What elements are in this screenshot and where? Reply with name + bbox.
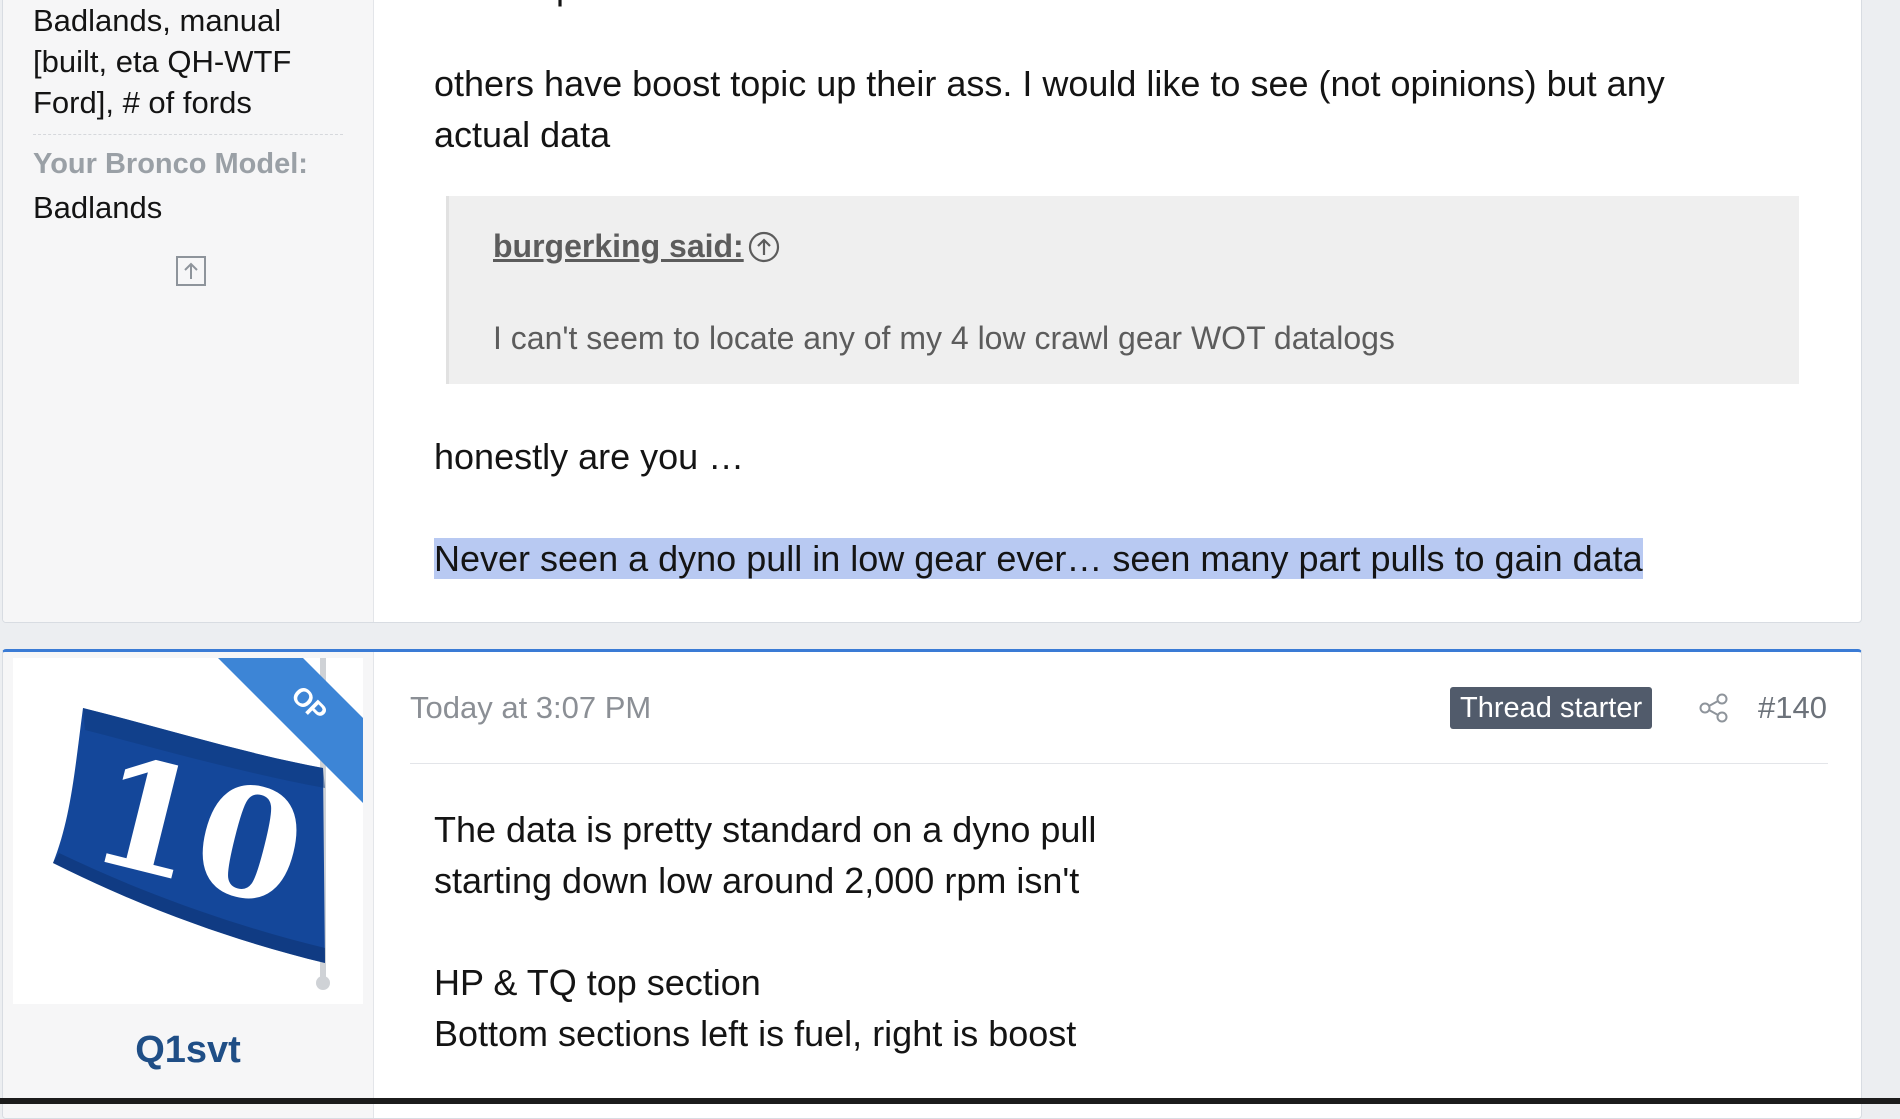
post-user-sidebar: 10 OP Q1svt bbox=[3, 652, 374, 1118]
avatar-flag-image: 10 OP bbox=[13, 658, 363, 1004]
post-text-clipped: Full Stop bbox=[434, 0, 576, 12]
username-link[interactable]: Q1svt bbox=[3, 1029, 373, 1072]
post-number-link[interactable]: #140 bbox=[1758, 690, 1827, 726]
thread-starter-badge: Thread starter bbox=[1450, 687, 1653, 729]
post-paragraph: The data is pretty standard on a dyno pu… bbox=[434, 804, 1096, 906]
post-user-sidebar: Badlands, manual [built, eta QH-WTF Ford… bbox=[3, 0, 374, 622]
post-text-line: starting down low around 2,000 rpm isn't bbox=[434, 860, 1080, 901]
share-icon[interactable] bbox=[1698, 692, 1730, 724]
post-text-line: others have boost topic up their ass. I … bbox=[434, 63, 1665, 104]
selected-text: Never seen a dyno pull in low gear ever…… bbox=[434, 538, 1643, 579]
post-content: Today at 3:07 PM Thread starter #140 The… bbox=[374, 652, 1861, 1118]
user-info-line: Ford], # of fords bbox=[33, 85, 252, 120]
post-paragraph: HP & TQ top section Bottom sections left… bbox=[434, 957, 1076, 1059]
post-text-line: actual data bbox=[434, 114, 611, 155]
quote-block: burgerking said: I can't seem to locate … bbox=[446, 196, 1799, 384]
post-text-line: HP & TQ top section bbox=[434, 962, 761, 1003]
post-message-139: Badlands, manual [built, eta QH-WTF Ford… bbox=[2, 0, 1862, 623]
post-message-140: 10 OP Q1svt Today at 3:07 PM Thread star… bbox=[2, 649, 1862, 1119]
user-info-line: Badlands, manual bbox=[33, 3, 282, 38]
header-divider bbox=[410, 763, 1828, 764]
arrow-up-box-icon[interactable] bbox=[176, 256, 206, 286]
post-paragraph: others have boost topic up their ass. I … bbox=[434, 58, 1665, 160]
post-text-line: Bottom sections left is fuel, right is b… bbox=[434, 1013, 1077, 1054]
user-extra-info: Badlands, manual [built, eta QH-WTF Ford… bbox=[33, 0, 343, 123]
bronco-model-value: Badlands bbox=[33, 190, 163, 225]
sidebar-divider bbox=[33, 134, 343, 135]
post-paragraph-selected: Never seen a dyno pull in low gear ever…… bbox=[434, 533, 1643, 584]
post-timestamp[interactable]: Today at 3:07 PM bbox=[410, 690, 651, 726]
quote-text: I can't seem to locate any of my 4 low c… bbox=[493, 320, 1395, 356]
post-text-line: The data is pretty standard on a dyno pu… bbox=[434, 809, 1097, 850]
circle-arrow-up-icon[interactable] bbox=[747, 230, 781, 264]
quote-author-link[interactable]: burgerking said: bbox=[493, 228, 744, 265]
bottom-bar-clipped bbox=[0, 1098, 1900, 1104]
user-info-line: [built, eta QH-WTF bbox=[33, 44, 292, 79]
post-paragraph: honestly are you … bbox=[434, 436, 745, 477]
avatar[interactable]: 10 OP bbox=[13, 658, 363, 1004]
bronco-model-label: Your Bronco Model: bbox=[33, 148, 308, 180]
post-content: Full Stop others have boost topic up the… bbox=[374, 0, 1861, 622]
